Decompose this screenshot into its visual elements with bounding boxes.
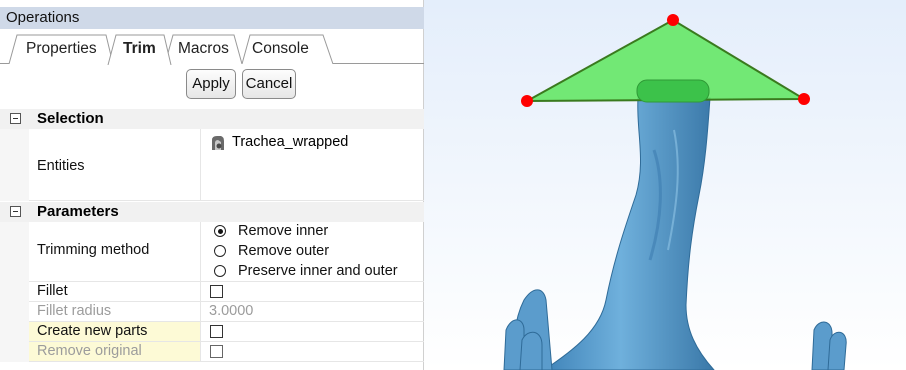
create-new-parts-label: Create new parts [37, 323, 148, 339]
control-point-top[interactable] [667, 14, 679, 26]
trim-plane[interactable] [521, 14, 810, 107]
trimming-method-label: Trimming method [37, 242, 150, 258]
radio-remove-outer[interactable] [214, 245, 226, 257]
collapse-toggle-icon[interactable] [10, 206, 21, 217]
action-buttons: Apply Cancel [0, 69, 424, 99]
fillet-radius-label: Fillet radius [37, 303, 112, 319]
remove-original-checkbox [210, 345, 223, 358]
fillet-radius-value: 3.0000 [209, 303, 254, 319]
tab-console[interactable]: Console [241, 34, 335, 64]
fillet-checkbox[interactable] [210, 285, 223, 298]
tab-macros[interactable]: Macros [164, 34, 244, 64]
parameters-section-header[interactable]: Parameters [0, 202, 424, 222]
tab-properties[interactable]: Properties [8, 34, 114, 64]
control-point-left[interactable] [521, 95, 533, 107]
fillet-label: Fillet [37, 283, 68, 299]
entities-label: Entities [37, 158, 85, 174]
tab-console-label: Console [252, 40, 309, 57]
selection-section-header[interactable]: Selection [0, 109, 424, 129]
tab-trim-label: Trim [123, 40, 156, 57]
tab-macros-label: Macros [178, 40, 229, 57]
tab-trim[interactable]: Trim [107, 34, 172, 65]
fillet-row: Fillet [29, 282, 424, 302]
radio-remove-outer-label: Remove outer [238, 243, 330, 259]
3d-viewport[interactable] [424, 0, 906, 370]
create-new-parts-row: Create new parts [29, 322, 424, 342]
radio-preserve-both-label: Preserve inner and outer [238, 263, 398, 279]
collapse-toggle-icon[interactable] [10, 113, 21, 124]
trimming-method-row: Trimming method Remove inner Remove oute… [29, 222, 424, 282]
parameters-header-label: Parameters [37, 203, 119, 220]
remove-original-label: Remove original [37, 343, 142, 359]
control-point-right[interactable] [798, 93, 810, 105]
cancel-button[interactable]: Cancel [242, 69, 296, 99]
tab-properties-label: Properties [26, 40, 97, 57]
entities-row: Entities Trachea_wrapped [29, 129, 424, 201]
trachea-model[interactable] [503, 97, 847, 370]
part-icon [209, 134, 227, 152]
create-new-parts-checkbox[interactable] [210, 325, 223, 338]
remove-original-row: Remove original [29, 342, 424, 362]
entity-name[interactable]: Trachea_wrapped [232, 134, 348, 150]
fillet-radius-row: Fillet radius 3.0000 [29, 302, 424, 322]
selection-header-label: Selection [37, 110, 104, 127]
radio-preserve-both[interactable] [214, 265, 226, 277]
operations-panel: Operations Properties Macros Console Tri… [0, 0, 424, 370]
apply-button[interactable]: Apply [186, 69, 236, 99]
radio-remove-inner-label: Remove inner [238, 223, 329, 239]
tab-bar: Properties Macros Console Trim [0, 32, 424, 65]
panel-title: Operations [0, 7, 424, 29]
radio-remove-inner[interactable] [214, 225, 226, 237]
